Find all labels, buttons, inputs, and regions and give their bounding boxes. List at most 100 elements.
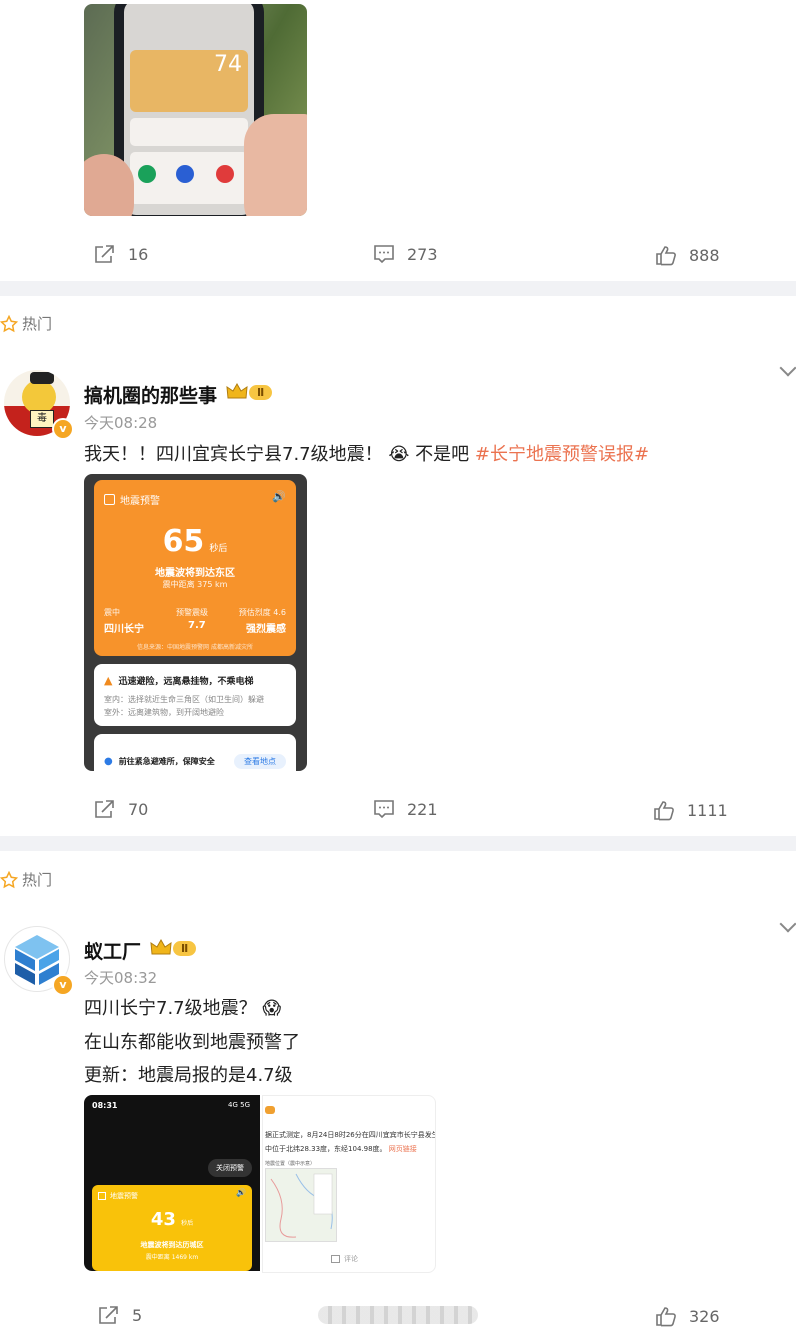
post-text: 我天！！四川宜宾长宁县7.7级地震！ 😭 不是吧 #长宁地震预警误报# [84, 440, 649, 466]
repost-count: 16 [128, 244, 149, 264]
post1-image[interactable]: 地震预警 🔊 65 秒后 地震波将到达东区 震中距离 375 km 震中 四川长… [84, 474, 307, 771]
status-icons: 4G 5G [228, 1101, 250, 1109]
share-icon [95, 245, 114, 263]
comment-icon [374, 800, 394, 819]
like-button[interactable]: 1111 [653, 800, 728, 821]
safety-tip-card: ▲ 迅速避险，远离悬挂物，不乘电梯 室内：选择就近生命三角区（如卫生间）躲避 室… [94, 664, 296, 726]
username[interactable]: 搞机圈的那些事 [84, 381, 217, 408]
crown-icon [150, 939, 172, 955]
chevron-down-icon[interactable] [779, 915, 796, 933]
member-level: Ⅱ [249, 384, 273, 400]
source-line: 信息来源：中国地震预警网 成都高新减灾所 [137, 644, 253, 651]
post-text-line2: 在山东都能收到地震预警了 [84, 1032, 300, 1053]
verified-badge: v [52, 418, 74, 440]
shelter-button: 查看地点 [234, 754, 286, 769]
speaker-icon: 🔊 [272, 490, 286, 503]
repost-button[interactable]: 70 [94, 799, 148, 819]
doc-link: 网页链接 [388, 1145, 417, 1153]
line1-text: 四川长宁7.7级地震？ [84, 998, 257, 1019]
arrive-line: 地震波将到达历城区 [140, 1241, 204, 1249]
username[interactable]: 蚁工厂 [84, 937, 141, 964]
map-title: 地震位置（震中示意） [265, 1161, 316, 1167]
close-alert-button: 关闭预警 [208, 1159, 252, 1177]
like-count: 1111 [687, 801, 728, 820]
hand-shape [244, 114, 307, 216]
phone-screen: 74 [124, 4, 254, 215]
warning-icon: ▲ [104, 674, 113, 687]
star-icon [0, 870, 18, 888]
post-time[interactable]: 今天08:28 [84, 412, 157, 433]
alert-card: 地震预警 🔊 65 秒后 地震波将到达东区 震中距离 375 km 震中 四川长… [94, 480, 296, 656]
comment-button[interactable]: 273 [373, 244, 438, 264]
alert-header: 地震预警 [120, 496, 160, 507]
hashtag-link[interactable]: #长宁地震预警误报# [475, 444, 649, 465]
countdown: 43 [150, 1209, 176, 1230]
post-text-line1: 四川长宁7.7级地震？ 😱 [84, 994, 281, 1020]
siren-icon [98, 1192, 106, 1200]
share-icon [95, 800, 114, 818]
doc-line1: 据正式测定，8月24日8时26分在四川宜宾市长宁县发生 [265, 1131, 436, 1139]
like-count: 888 [689, 246, 720, 265]
member-badge: Ⅱ [150, 939, 197, 957]
distance-line: 震中距离 1469 km [145, 1254, 199, 1261]
comment-count: 273 [407, 244, 438, 264]
repost-button[interactable]: 16 [94, 244, 148, 264]
comment-button[interactable]: 221 [373, 799, 438, 819]
post-time[interactable]: 今天08:32 [84, 967, 157, 988]
countdown-unit: 秒后 [209, 544, 228, 554]
crown-icon [226, 383, 248, 399]
doc-comment-label: 评论 [344, 1255, 358, 1263]
member-badge: Ⅱ [226, 383, 273, 401]
tip-outdoor: 室外：远离建筑物，到开阔地避险 [104, 708, 224, 717]
feed-divider [0, 836, 796, 851]
star-icon [0, 314, 18, 332]
hot-label: 热门 [0, 313, 52, 334]
thumbs-up-icon [656, 246, 676, 266]
share-icon [99, 1306, 118, 1324]
verified-badge: v [52, 974, 74, 996]
speaker-icon: 🔊 [236, 1188, 246, 1197]
chevron-down-icon[interactable] [779, 359, 796, 377]
intensity-label: 预估烈度 4.6 [238, 608, 286, 617]
epicenter-value: 四川长宁 [104, 624, 144, 635]
like-button[interactable]: 888 [655, 245, 720, 266]
hot-label-text: 热门 [22, 315, 53, 333]
magnitude-label: 预警震级 [176, 608, 208, 617]
thumbs-up-icon [656, 1307, 676, 1327]
phone-in-photo: 74 [114, 4, 264, 216]
repost-button[interactable]: 5 [98, 1305, 142, 1325]
post0-image[interactable]: 74 [84, 4, 307, 216]
distance-line: 震中距离 375 km [162, 580, 228, 589]
feed-divider [0, 281, 796, 296]
like-button[interactable]: 326 [655, 1306, 720, 1327]
shelter-card: ● 前往紧急避难所，保障安全 查看地点 [94, 734, 296, 771]
repost-count: 5 [132, 1305, 143, 1325]
post-text-tail: 不是吧 [415, 444, 470, 465]
like-count: 326 [689, 1307, 720, 1326]
member-level: Ⅱ [173, 940, 197, 956]
doc-line2: 中位于北纬28.33度，东经104.98度。 [265, 1145, 387, 1153]
magnitude-value: 7.7 [188, 620, 206, 631]
siren-icon [104, 494, 115, 505]
tip-title: 迅速避险，远离悬挂物，不乘电梯 [118, 677, 254, 687]
status-time: 08:31 [92, 1101, 118, 1110]
arrive-line: 地震波将到达东区 [155, 568, 235, 579]
countdown-unit: 秒后 [181, 1220, 194, 1227]
repost-count: 70 [128, 799, 149, 819]
post2-image-right[interactable]: 据正式测定，8月24日8时26分在四川宜宾市长宁县发生 中位于北纬28.33度，… [262, 1095, 436, 1273]
comment-icon [374, 245, 394, 264]
epicenter-label: 震中 [104, 608, 120, 617]
shelter-text: 前往紧急避难所，保障安全 [118, 757, 215, 766]
emoji-shocked: 😱 [262, 998, 282, 1019]
emoji-crying: 😭 [388, 444, 410, 465]
post2-image-left[interactable]: 08:31 4G 5G 关闭预警 地震预警 🔊 43 秒后 地震波将到达历城区 … [84, 1095, 260, 1271]
tip-indoor: 室内：选择就近生命三角区（如卫生间）躲避 [104, 695, 264, 704]
comment-icon [331, 1255, 340, 1263]
countdown: 65 [162, 524, 205, 559]
alert-header: 地震预警 [110, 1192, 138, 1200]
intensity-value: 强烈震感 [246, 624, 286, 635]
comment-count: 221 [407, 799, 438, 819]
thumbs-up-icon [654, 801, 674, 821]
location-pin-icon: ● [104, 756, 113, 767]
hot-label: 热门 [0, 869, 52, 890]
